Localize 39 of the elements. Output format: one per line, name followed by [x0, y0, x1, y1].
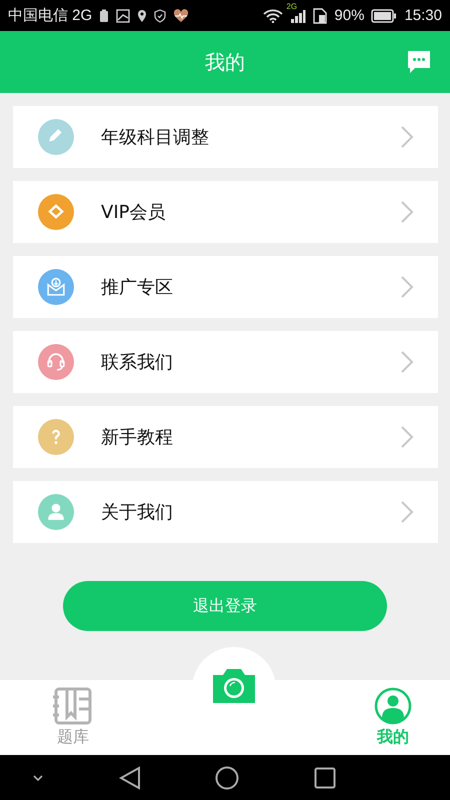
menu-item[interactable]: 关于我们 — [13, 481, 438, 543]
chevron-down-icon[interactable] — [32, 774, 44, 782]
menu-label: 年级科目调整 — [101, 126, 210, 149]
back-icon[interactable] — [118, 766, 141, 790]
battery-saver-icon — [99, 8, 110, 22]
sim-icon — [313, 8, 328, 24]
camera-icon — [210, 667, 256, 703]
chevron-right-icon — [400, 275, 414, 299]
shield-icon — [154, 8, 166, 22]
image-icon — [116, 8, 130, 22]
heart-icon — [173, 8, 190, 22]
screen-title: 我的 — [205, 48, 245, 76]
battery-percent: 90% — [334, 7, 364, 24]
chevron-right-icon — [400, 200, 414, 224]
carrier-label: 中国电信 2G — [8, 6, 92, 25]
menu-item[interactable]: VIP会员 — [13, 181, 438, 243]
profile-icon — [374, 687, 412, 725]
battery-icon — [371, 8, 398, 22]
menu-item[interactable]: 新手教程 — [13, 406, 438, 468]
chevron-right-icon — [400, 350, 414, 374]
location-icon — [137, 8, 148, 22]
menu-label: 联系我们 — [101, 351, 174, 374]
recents-icon[interactable] — [314, 766, 336, 788]
network-label: 2G — [286, 2, 298, 10]
book-icon — [53, 687, 93, 725]
home-icon[interactable] — [215, 766, 240, 790]
menu-item[interactable]: 推广专区 — [13, 256, 438, 318]
clock-time: 15:30 — [404, 7, 442, 24]
signal-icon — [290, 8, 306, 22]
menu-item[interactable]: 联系我们 — [13, 331, 438, 393]
wifi-icon — [263, 8, 284, 22]
menu-label: 关于我们 — [101, 501, 174, 524]
menu-label: 推广专区 — [101, 276, 174, 299]
chevron-right-icon — [400, 425, 414, 449]
menu-label: VIP会员 — [101, 201, 166, 224]
menu-item[interactable]: 年级科目调整 — [13, 106, 438, 168]
chevron-right-icon — [400, 500, 414, 524]
menu-label: 新手教程 — [101, 426, 174, 449]
chevron-right-icon — [400, 125, 414, 149]
